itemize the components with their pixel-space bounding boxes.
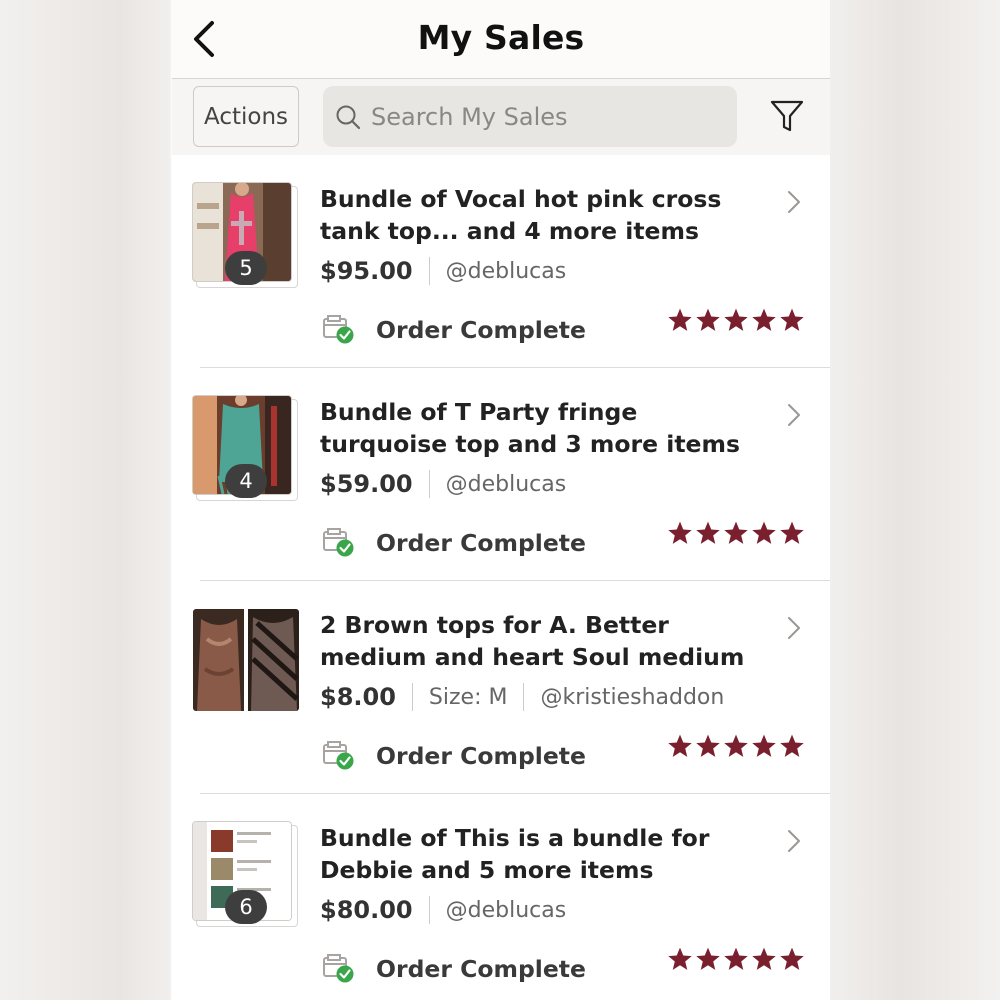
filter-icon	[770, 100, 804, 132]
star-icon	[780, 308, 804, 331]
star-icon	[724, 521, 748, 544]
search-icon	[336, 105, 361, 129]
item-size: Size: M	[428, 684, 508, 710]
item-count-badge: 4	[225, 464, 267, 498]
buyer-username: @kristieshaddon	[540, 684, 725, 710]
nav-bar: My Sales	[172, 0, 830, 79]
sale-row[interactable]: 2 Brown tops for A. Better medium and he…	[172, 581, 830, 794]
filter-button[interactable]	[769, 98, 813, 138]
star-icon	[696, 734, 720, 757]
rating-stars	[667, 520, 805, 546]
star-icon	[780, 947, 804, 970]
star-icon	[668, 947, 692, 970]
item-price: $59.00	[320, 470, 413, 498]
order-status-text: Order Complete	[376, 316, 586, 344]
star-icon	[668, 308, 692, 331]
chevron-right-icon	[788, 191, 800, 213]
rating-stars	[667, 733, 805, 759]
buyer-username: @deblucas	[445, 258, 567, 284]
rating-stars	[667, 946, 805, 972]
chevron-right-icon	[788, 830, 800, 852]
item-title: Bundle of This is a bundle for Debbie an…	[320, 824, 710, 884]
search-bar[interactable]	[323, 86, 737, 147]
chevron-right-icon	[788, 404, 800, 426]
divider	[428, 257, 430, 285]
order-complete-icon	[323, 954, 354, 983]
item-title: Bundle of Vocal hot pink cross tank top.…	[320, 185, 722, 245]
order-complete-icon	[323, 528, 354, 557]
star-icon	[724, 308, 748, 331]
app-screen: My Sales Actions Search My Sales 5 Bundl…	[172, 0, 830, 1000]
toolbar: Actions	[172, 79, 830, 155]
buyer-username: @deblucas	[445, 897, 567, 923]
order-status: Order Complete	[322, 952, 586, 986]
item-thumbnail: 5	[193, 183, 297, 287]
item-price: $95.00	[320, 257, 413, 285]
item-price: $80.00	[320, 896, 413, 924]
item-title: 2 Brown tops for A. Better medium and he…	[320, 611, 745, 671]
star-icon	[668, 521, 692, 544]
sale-row[interactable]: 4 Bundle of T Party fringe turquoise top…	[172, 368, 830, 581]
item-thumbnail: 6	[193, 822, 297, 926]
star-icon	[696, 947, 720, 970]
star-icon	[724, 734, 748, 757]
item-count-badge: 5	[225, 251, 267, 285]
star-icon	[752, 521, 776, 544]
rating-stars	[667, 307, 805, 333]
divider	[411, 683, 413, 711]
item-photo	[193, 609, 299, 711]
star-icon	[724, 947, 748, 970]
item-meta: $80.00 @deblucas	[320, 892, 566, 928]
page-title: My Sales	[417, 18, 585, 57]
order-status: Order Complete	[322, 526, 586, 560]
order-status-text: Order Complete	[376, 955, 586, 983]
chevron-right-icon	[788, 617, 800, 639]
item-thumbnail	[193, 609, 299, 713]
order-status-text: Order Complete	[376, 742, 586, 770]
item-meta: $8.00 Size: M @kristieshaddon	[320, 679, 724, 715]
star-icon	[668, 734, 692, 757]
star-icon	[780, 521, 804, 544]
actions-button[interactable]: Actions	[193, 86, 299, 147]
order-status: Order Complete	[322, 739, 586, 773]
search-input[interactable]	[369, 101, 733, 132]
order-status-text: Order Complete	[376, 529, 586, 557]
item-meta: $95.00 @deblucas	[320, 253, 566, 289]
order-complete-icon	[323, 315, 354, 344]
star-icon	[752, 947, 776, 970]
star-icon	[696, 521, 720, 544]
divider	[428, 470, 430, 498]
star-icon	[780, 734, 804, 757]
star-icon	[696, 308, 720, 331]
divider	[428, 896, 430, 924]
item-title: Bundle of T Party fringe turquoise top a…	[320, 398, 740, 458]
sale-row[interactable]: 6 Bundle of This is a bundle for Debbie …	[172, 794, 830, 1000]
order-complete-icon	[323, 741, 354, 770]
star-icon	[752, 734, 776, 757]
divider	[523, 683, 525, 711]
item-count-badge: 6	[225, 890, 267, 924]
item-thumbnail: 4	[193, 396, 297, 500]
item-meta: $59.00 @deblucas	[320, 466, 566, 502]
sales-list: 5 Bundle of Vocal hot pink cross tank to…	[172, 155, 830, 1000]
item-price: $8.00	[320, 683, 396, 711]
sale-row[interactable]: 5 Bundle of Vocal hot pink cross tank to…	[172, 155, 830, 368]
star-icon	[752, 308, 776, 331]
buyer-username: @deblucas	[445, 471, 567, 497]
order-status: Order Complete	[322, 313, 586, 347]
